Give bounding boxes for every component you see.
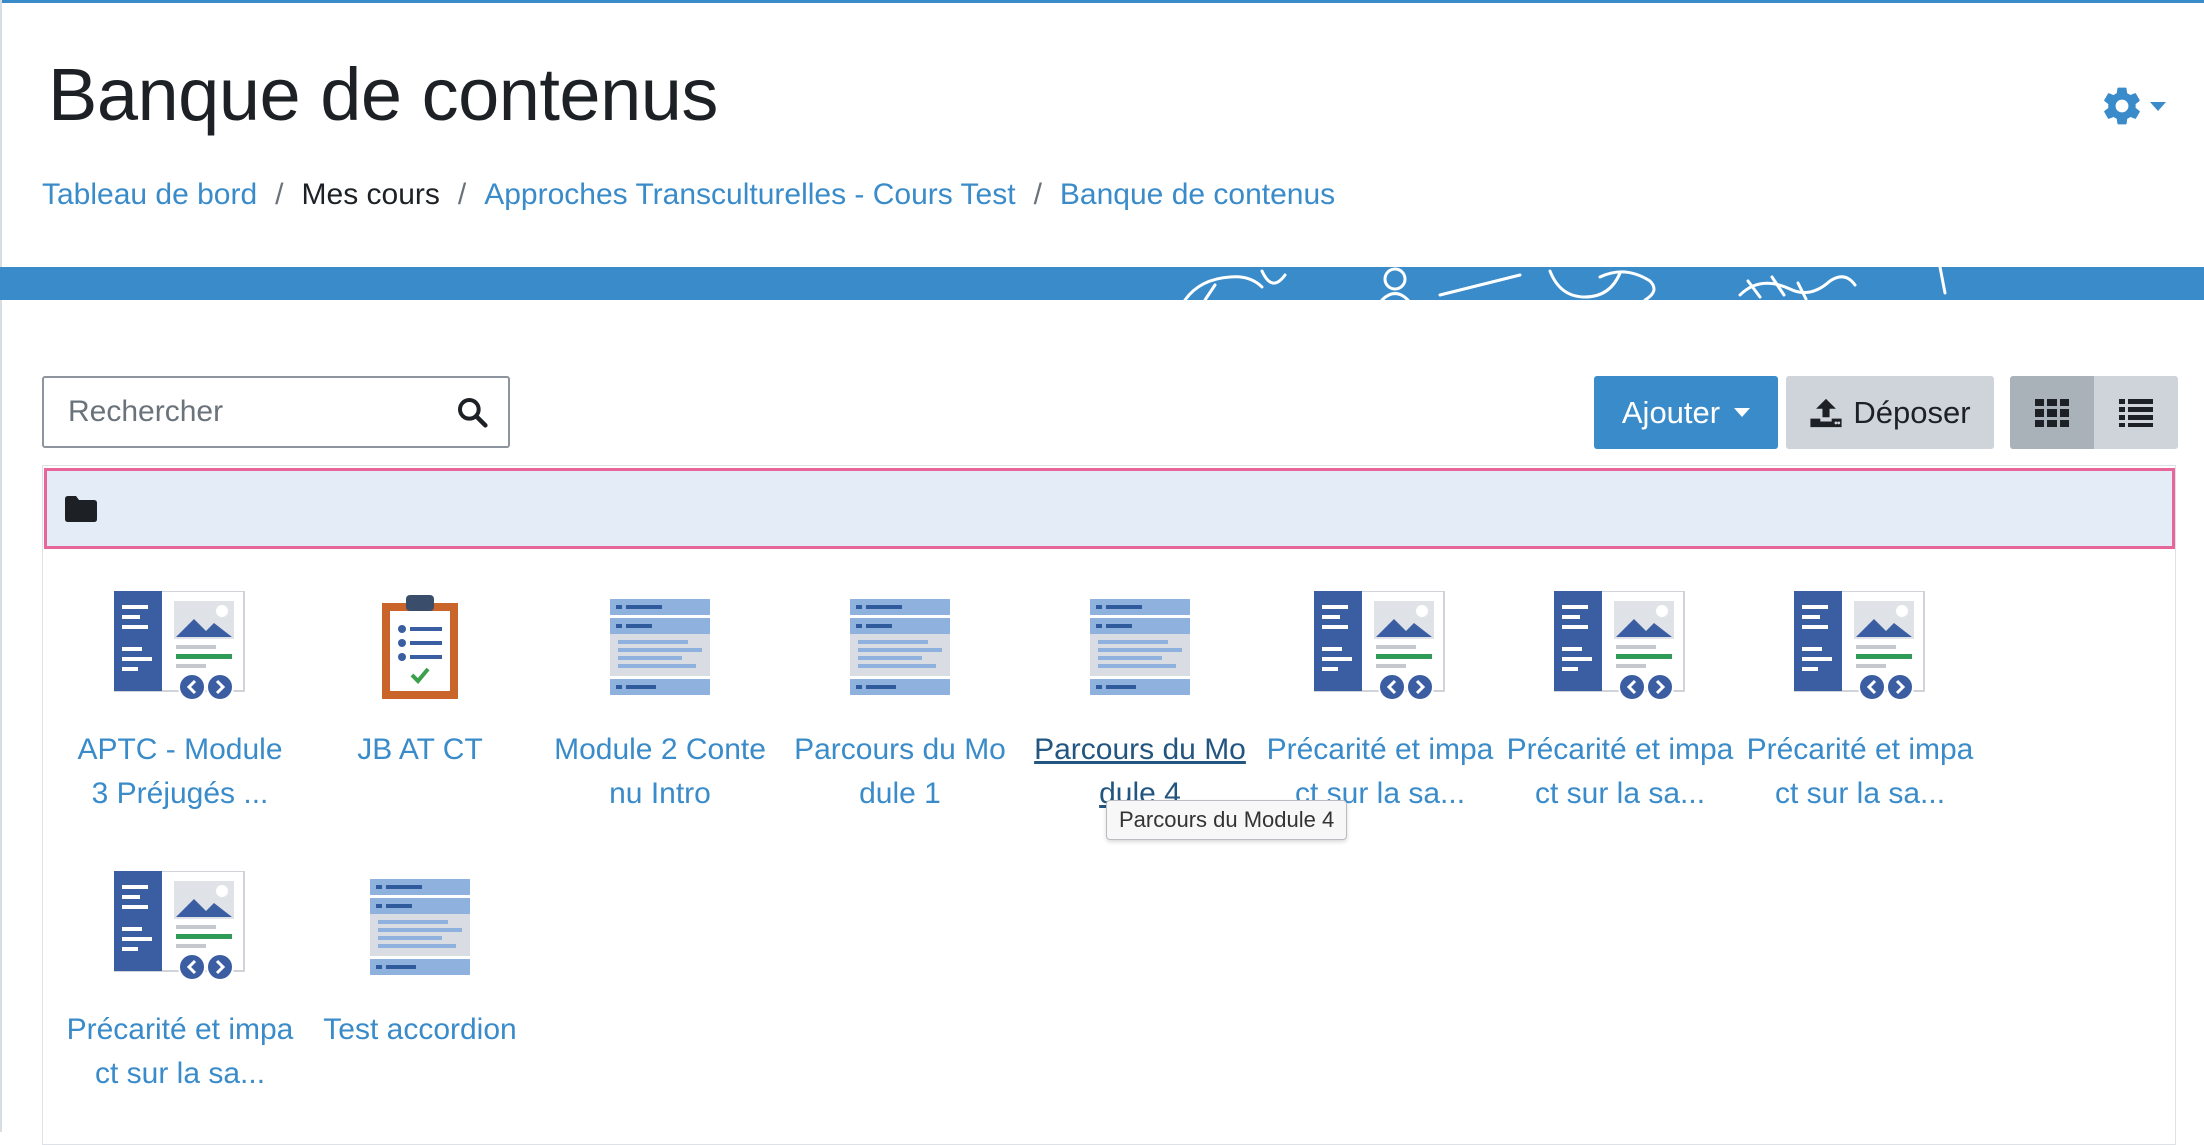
content-item-label[interactable]: Parcours du Module 1 <box>786 728 1014 816</box>
folder-navigation-bar[interactable] <box>44 468 2175 549</box>
top-accent-line <box>0 0 2204 3</box>
content-item[interactable]: Précarité et impact sur la sa... <box>1262 588 1498 816</box>
course-presentation-icon <box>1305 588 1455 706</box>
page-title: Banque de contenus <box>48 53 718 136</box>
breadcrumb-separator: / <box>275 178 284 211</box>
content-item[interactable]: Précarité et impact sur la sa... <box>1742 588 1978 816</box>
folder-icon <box>65 494 99 524</box>
content-item[interactable]: Parcours du Module 1 <box>782 588 1018 816</box>
breadcrumb-my-courses: Mes cours <box>301 178 440 211</box>
header-banner <box>0 267 2204 300</box>
content-item-label[interactable]: JB AT CT <box>306 728 534 772</box>
grid-view-icon <box>2035 398 2069 427</box>
breadcrumb: Tableau de bord / Mes cours / Approches … <box>42 178 1335 212</box>
content-item[interactable]: APTC - Module 3 Préjugés ... <box>62 588 298 816</box>
content-item[interactable]: Précarité et impact sur la sa... <box>1502 588 1738 816</box>
content-item-label[interactable]: Précarité et impact sur la sa... <box>66 1008 294 1096</box>
chevron-down-icon <box>2150 101 2166 111</box>
caret-down-icon <box>1734 408 1751 417</box>
breadcrumb-dashboard-link[interactable]: Tableau de bord <box>42 178 257 212</box>
course-presentation-icon <box>1545 588 1695 706</box>
search-box <box>42 376 510 448</box>
accordion-icon <box>825 588 975 706</box>
upload-button[interactable]: Déposer <box>1786 376 1994 449</box>
upload-icon <box>1810 398 1842 427</box>
course-presentation-icon <box>105 868 255 986</box>
accordion-icon <box>345 868 495 986</box>
search-icon[interactable] <box>456 392 488 432</box>
content-item-label[interactable]: Précarité et impact sur la sa... <box>1506 728 1734 816</box>
settings-menu-button[interactable] <box>2100 80 2180 132</box>
breadcrumb-separator: / <box>457 178 467 211</box>
upload-button-label: Déposer <box>1853 394 1971 430</box>
tooltip: Parcours du Module 4 <box>1106 800 1348 840</box>
content-item[interactable]: Module 2 Contenu Intro <box>542 588 778 816</box>
accordion-icon <box>585 588 735 706</box>
content-item[interactable]: Parcours du Module 4 <box>1022 588 1258 816</box>
add-button-label: Ajouter <box>1621 394 1721 430</box>
course-presentation-icon <box>105 588 255 706</box>
view-toggle <box>2010 376 2178 449</box>
content-item-label[interactable]: APTC - Module 3 Préjugés ... <box>66 728 294 816</box>
content-item[interactable]: JB AT CT <box>302 588 538 772</box>
list-view-button[interactable] <box>2094 376 2178 449</box>
breadcrumb-separator: / <box>1033 178 1042 211</box>
search-input[interactable] <box>66 381 456 443</box>
course-presentation-icon <box>1785 588 1935 706</box>
content-item[interactable]: Test accordion <box>302 868 538 1052</box>
add-button[interactable]: Ajouter <box>1594 376 1778 449</box>
content-item-label[interactable]: Précarité et impact sur la sa... <box>1746 728 1974 816</box>
banner-illustration <box>1183 267 1947 300</box>
gear-icon <box>2104 87 2140 125</box>
accordion-icon <box>1065 588 1215 706</box>
left-border <box>0 0 2 1132</box>
list-view-icon <box>2119 398 2153 427</box>
content-item-label[interactable]: Test accordion <box>306 1008 534 1052</box>
questionnaire-icon <box>345 588 495 706</box>
content-item[interactable]: Précarité et impact sur la sa... <box>62 868 298 1096</box>
grid-view-button[interactable] <box>2010 376 2094 449</box>
breadcrumb-content-bank-link[interactable]: Banque de contenus <box>1060 178 1335 212</box>
content-item-label[interactable]: Module 2 Contenu Intro <box>546 728 774 816</box>
breadcrumb-course-link[interactable]: Approches Transculturelles - Cours Test <box>484 178 1015 212</box>
